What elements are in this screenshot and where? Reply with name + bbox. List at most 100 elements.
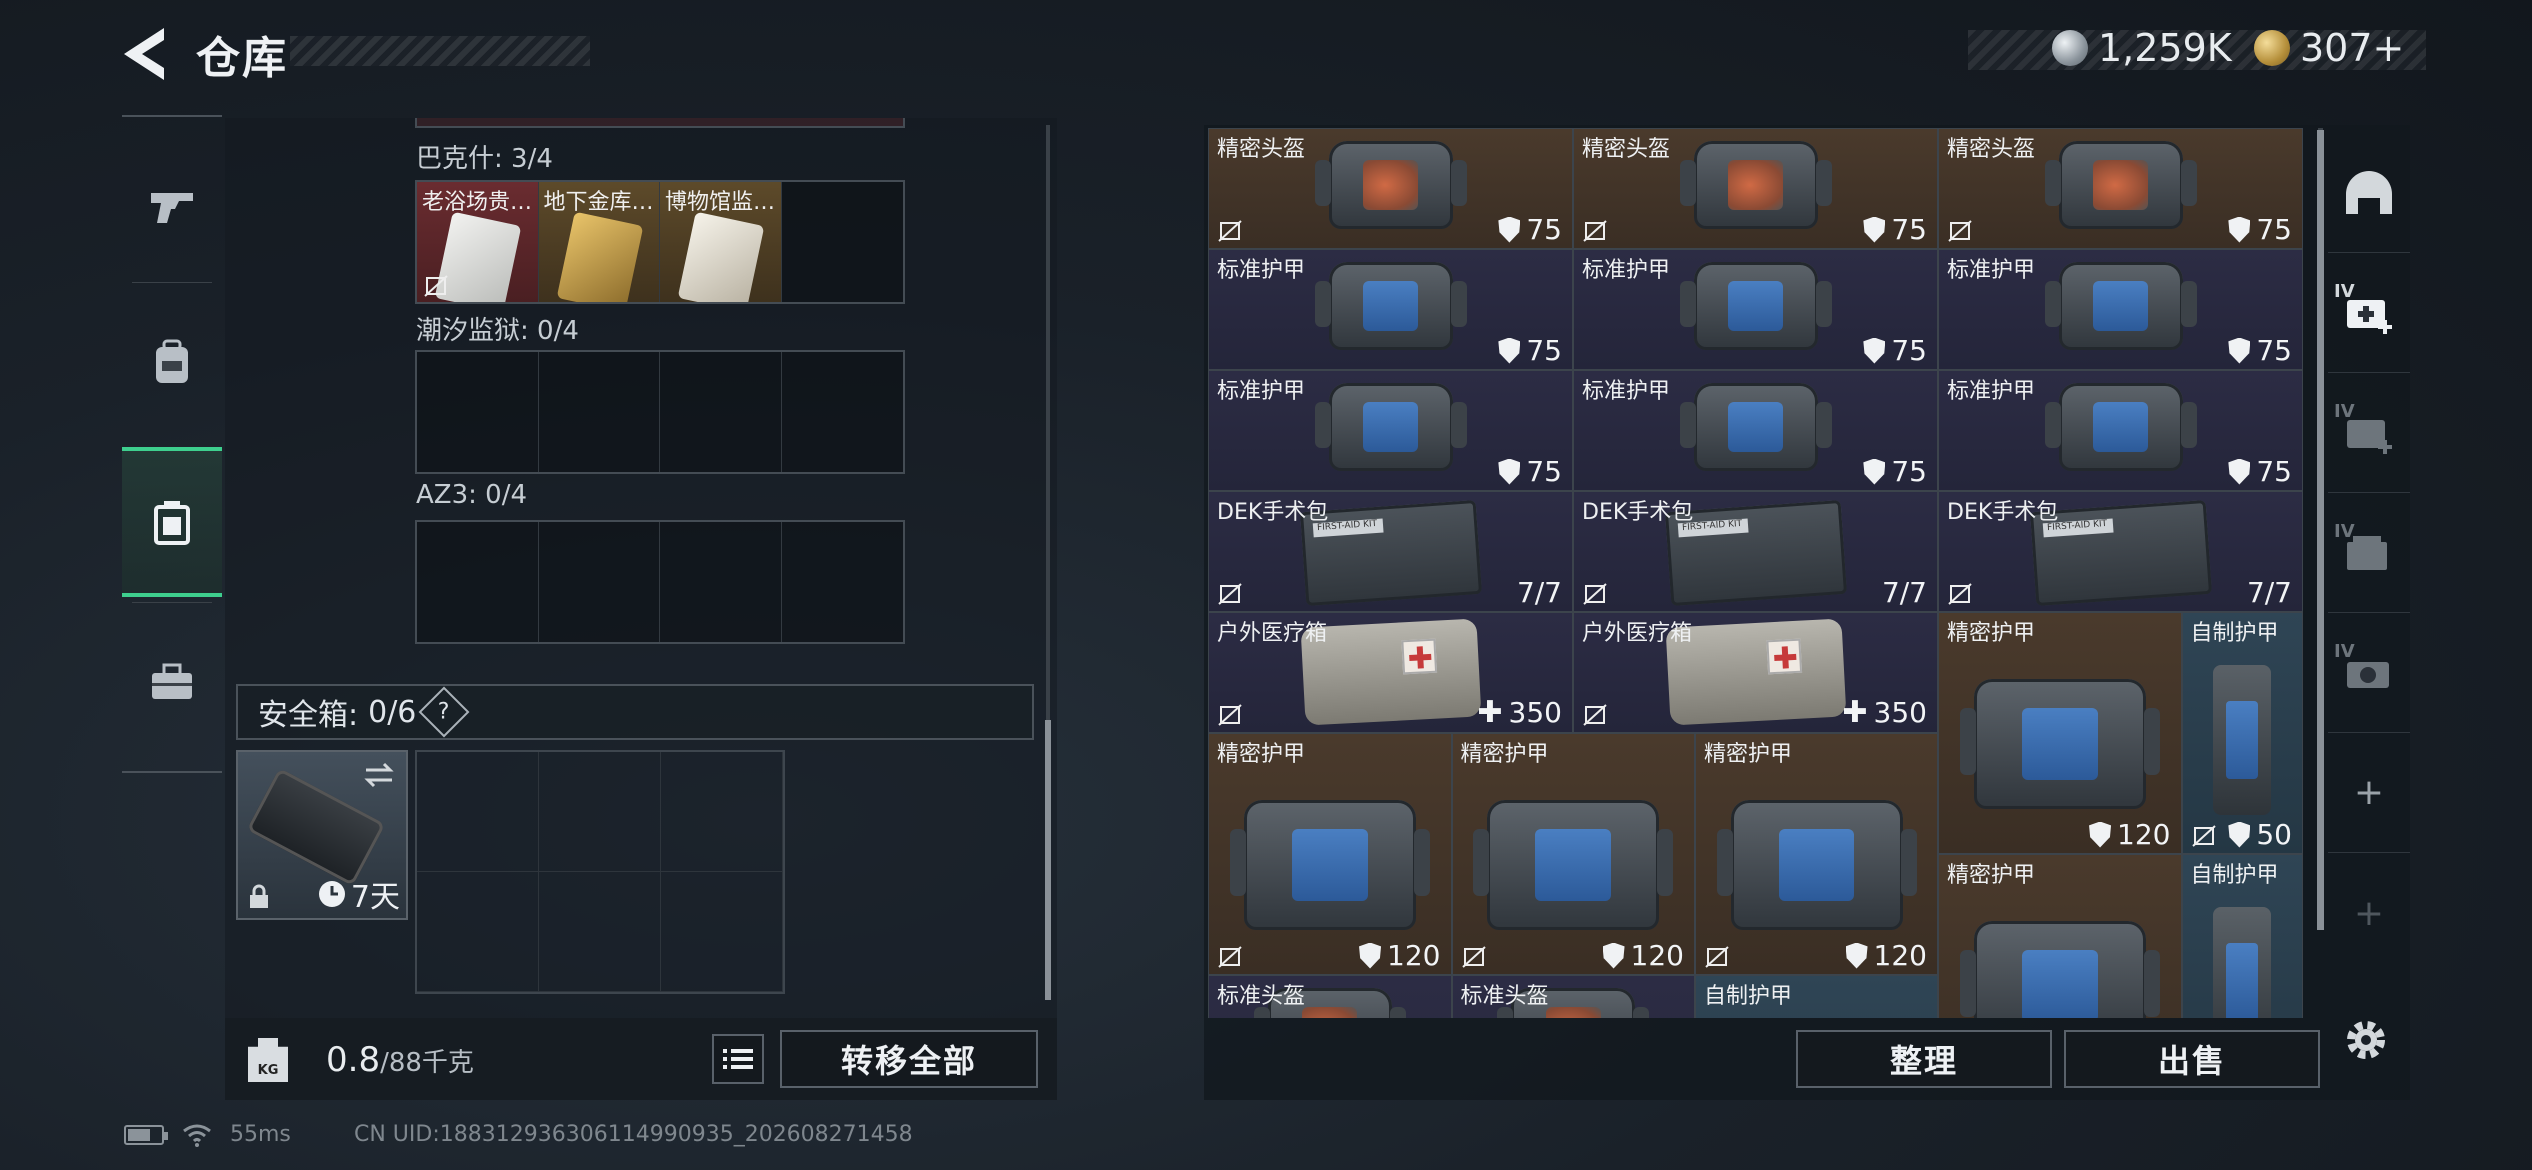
briefcase-icon <box>152 663 192 699</box>
keycard-slot[interactable]: 博物馆监… <box>660 182 782 302</box>
empty-slot[interactable] <box>782 352 904 472</box>
empty-slot[interactable] <box>660 522 782 642</box>
empty-slot[interactable] <box>539 752 661 872</box>
nav-backpack[interactable] <box>122 287 222 437</box>
inventory-grid: 精密头盔 75 精密头盔 75 精密头盔 75 标准护甲 75 标准护甲 75 标准护甲 75 标准护甲… <box>1208 128 2305 1018</box>
nav-weapons[interactable] <box>122 132 222 282</box>
ping-readout: 55ms <box>230 1122 291 1147</box>
nav-containers[interactable] <box>122 447 222 597</box>
item-name: DEK手术包 <box>1217 500 1329 525</box>
inventory-item[interactable]: 精密护甲 <box>1938 854 2182 1018</box>
item-value: 75 <box>1863 455 1927 488</box>
durability-shield-icon <box>1498 458 1521 485</box>
safe-case-slot[interactable]: 7天 <box>236 750 408 920</box>
item-value: 120 <box>1602 939 1684 972</box>
item-value: 75 <box>2228 334 2292 367</box>
currency-gold[interactable]: 307+ <box>2254 26 2404 70</box>
stash-scrollbar-thumb[interactable] <box>1045 720 1051 1000</box>
sell-button[interactable]: 出售 <box>2064 1030 2320 1088</box>
status-bar: 55ms <box>124 1122 291 1147</box>
sort-button[interactable]: 整理 <box>1796 1030 2052 1088</box>
backpack-icon <box>156 339 188 383</box>
inventory-item[interactable]: 精密护甲 120 <box>1208 733 1452 975</box>
armor-item-icon <box>1679 262 1832 350</box>
item-name: 标准护甲 <box>1947 258 2036 283</box>
empty-slot[interactable] <box>539 522 660 642</box>
empty-slot[interactable] <box>417 872 539 992</box>
empty-slot[interactable] <box>782 182 904 302</box>
no-sell-icon <box>1583 583 1607 605</box>
inventory-item[interactable]: 自制护甲 <box>1695 975 1938 1018</box>
inventory-item[interactable]: 标准护甲 75 <box>1573 249 1938 370</box>
swap-icon[interactable] <box>362 760 396 790</box>
empty-slot[interactable] <box>539 872 661 992</box>
durability-shield-icon <box>2228 458 2251 485</box>
armor-item-icon <box>2044 262 2197 350</box>
filter-medical-4b[interactable]: IV <box>2328 373 2410 493</box>
empty-slot[interactable] <box>661 872 783 992</box>
empty-slot[interactable] <box>417 352 539 472</box>
help-icon[interactable]: ? <box>418 686 470 738</box>
currency-silver[interactable]: 1,259K <box>2052 26 2232 70</box>
item-name: 标准头盔 <box>1460 984 1549 1009</box>
inventory-item[interactable]: FIRST-AID KIT DEK手术包 7/7 <box>1938 491 2303 612</box>
inventory-scrollbar-thumb[interactable] <box>2317 130 2324 930</box>
inventory-item[interactable]: 标准头盔 <box>1208 975 1452 1018</box>
empty-slot[interactable] <box>539 352 660 472</box>
item-value: 7/7 <box>1516 576 1562 609</box>
keycard-slot[interactable]: 老浴场贵… <box>417 182 539 302</box>
inventory-item[interactable]: 精密护甲 120 <box>1938 612 2182 854</box>
inventory-item[interactable]: 标准护甲 75 <box>1208 370 1573 491</box>
armor-item-icon <box>1959 679 2160 809</box>
category-nav <box>122 115 222 773</box>
filter-storage-4[interactable]: IV <box>2328 493 2410 613</box>
inventory-item[interactable]: 标准护甲 75 <box>1573 370 1938 491</box>
inventory-item[interactable]: 户外医疗箱 ✚ 350 <box>1208 612 1573 733</box>
inventory-item[interactable]: 精密护甲 120 <box>1451 733 1695 975</box>
helmet-item-icon <box>2044 141 2197 229</box>
empty-slot[interactable] <box>782 522 904 642</box>
add-filter-button-2[interactable]: + <box>2328 853 2410 973</box>
transfer-all-button[interactable]: 转移全部 <box>780 1030 1038 1088</box>
empty-slot[interactable] <box>660 352 782 472</box>
safe-box-grid <box>415 750 785 994</box>
inventory-item[interactable]: 标准护甲 75 <box>1208 249 1573 370</box>
add-filter-button[interactable]: + <box>2328 733 2410 853</box>
empty-slot[interactable] <box>417 522 539 642</box>
list-view-button[interactable] <box>712 1034 764 1084</box>
inventory-item[interactable]: 标准头盔 <box>1451 975 1695 1018</box>
filter-camera-4[interactable]: IV <box>2328 613 2410 733</box>
inventory-item[interactable]: 精密头盔 75 <box>1938 128 2303 249</box>
back-arrow-icon[interactable] <box>120 26 170 82</box>
inventory-item[interactable]: 精密护甲 120 <box>1695 733 1938 975</box>
empty-slot[interactable] <box>661 752 783 872</box>
inventory-item[interactable]: 精密头盔 75 <box>1208 128 1573 249</box>
safe-box-label: 安全箱: <box>258 698 359 733</box>
heal-plus-icon: ✚ <box>1842 695 1868 730</box>
no-sell-icon <box>1218 704 1242 726</box>
inventory-item[interactable]: 标准护甲 75 <box>1938 370 2303 491</box>
inventory-item[interactable]: FIRST-AID KIT DEK手术包 7/7 <box>1208 491 1573 612</box>
no-sell-icon <box>1705 946 1729 968</box>
empty-slot[interactable] <box>417 752 539 872</box>
keycard-slot[interactable]: 地下金库… <box>538 182 660 302</box>
item-value: 50 <box>2228 818 2292 851</box>
set-grid-tide-prison <box>415 350 905 474</box>
item-name: 户外医疗箱 <box>1217 621 1328 646</box>
filter-helmets[interactable] <box>2328 133 2410 253</box>
nav-toolbox[interactable] <box>122 607 222 757</box>
item-value: 7/7 <box>1881 576 1927 609</box>
helmet-item-icon <box>1314 141 1467 229</box>
inventory-item[interactable]: 自制护甲 <box>2181 854 2303 1018</box>
inventory-item[interactable]: FIRST-AID KIT DEK手术包 7/7 <box>1573 491 1938 612</box>
item-name: 标准护甲 <box>1947 379 2036 404</box>
set-grid-az3 <box>415 520 905 644</box>
inventory-item[interactable]: 自制护甲 50 <box>2181 612 2303 854</box>
item-value: 75 <box>2228 213 2292 246</box>
helmet-icon <box>2346 170 2392 214</box>
inventory-item[interactable]: 标准护甲 75 <box>1938 249 2303 370</box>
inventory-item[interactable]: 户外医疗箱 ✚ 350 <box>1573 612 1938 733</box>
inventory-item[interactable]: 精密头盔 75 <box>1573 128 1938 249</box>
filter-medical-4[interactable]: IV <box>2328 253 2410 373</box>
settings-gear-icon[interactable] <box>2342 1016 2390 1064</box>
